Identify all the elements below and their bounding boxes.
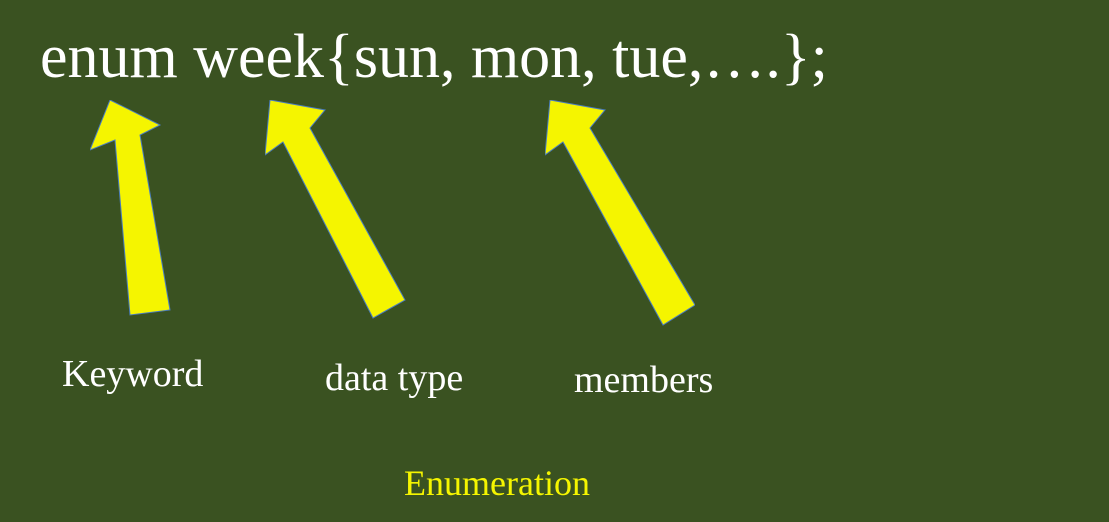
label-keyword: Keyword	[62, 352, 203, 396]
label-datatype: data type	[325, 356, 463, 400]
arrow-members	[545, 100, 695, 330]
diagram-caption: Enumeration	[404, 462, 590, 504]
arrow-keyword	[90, 100, 190, 320]
label-members: members	[574, 358, 713, 402]
arrow-datatype	[265, 100, 415, 320]
code-declaration: enum week{sun, mon, tue,….};	[40, 22, 828, 93]
